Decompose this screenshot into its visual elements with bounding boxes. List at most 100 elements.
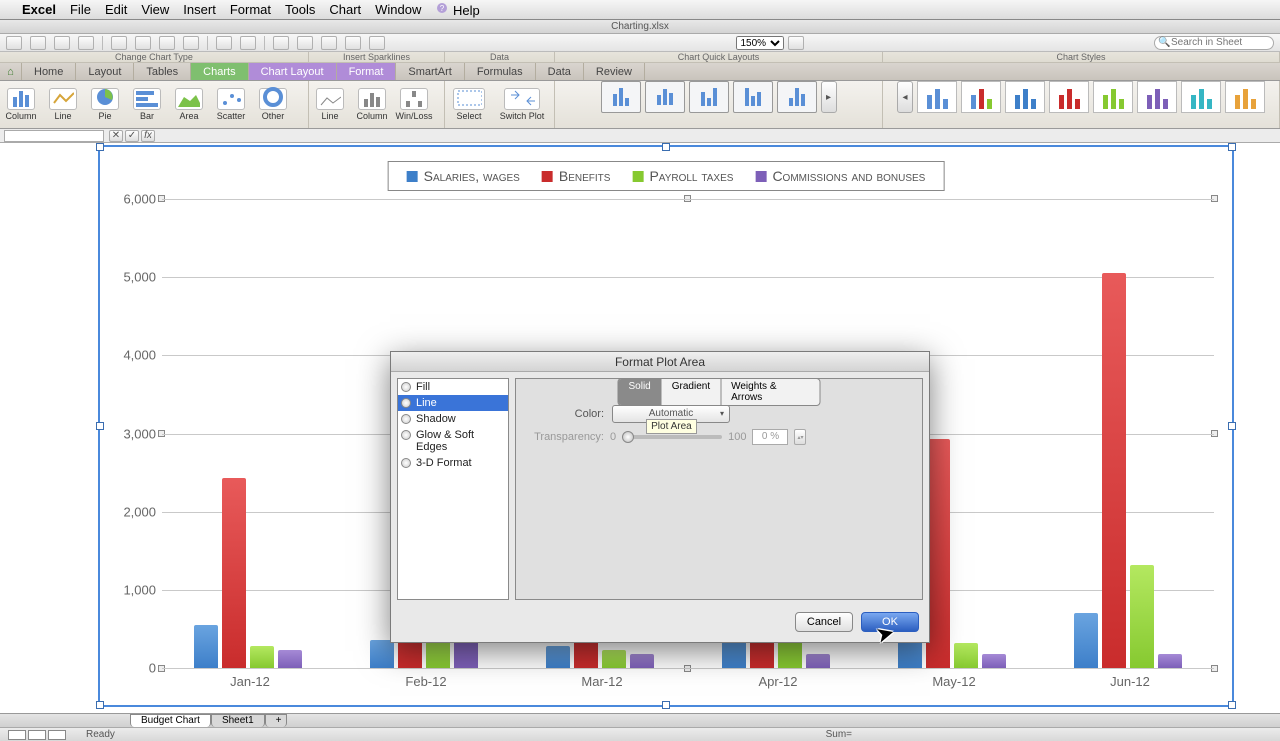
chart-style-2[interactable]	[961, 81, 1001, 113]
tab-data[interactable]: Data	[536, 63, 584, 80]
chart-style-8[interactable]	[1225, 81, 1265, 113]
quick-layout-3[interactable]	[689, 81, 729, 113]
sparkline-column[interactable]: Column	[351, 88, 393, 121]
ok-button[interactable]: OK	[861, 612, 919, 632]
menu-file[interactable]: File	[70, 2, 91, 17]
chart-style-4[interactable]	[1049, 81, 1089, 113]
seg-solid[interactable]: Solid	[619, 379, 662, 405]
toolbox-icon[interactable]	[369, 36, 385, 50]
zoom-select[interactable]: 150%	[736, 36, 784, 50]
select-data-button[interactable]: Select	[445, 88, 493, 121]
bar[interactable]	[1102, 273, 1126, 668]
collapse-ribbon-icon[interactable]: ⌂	[0, 63, 22, 80]
tab-formulas[interactable]: Formulas	[465, 63, 536, 80]
bar[interactable]	[222, 478, 246, 668]
chart-type-bar[interactable]: Bar	[126, 88, 168, 121]
add-sheet-button[interactable]: +	[265, 714, 287, 727]
quick-layout-2[interactable]	[645, 81, 685, 113]
sheet-tab-budget-chart[interactable]: Budget Chart	[130, 714, 211, 727]
chart-type-line[interactable]: Line	[42, 88, 84, 121]
menu-edit[interactable]: Edit	[105, 2, 127, 17]
bar[interactable]	[1074, 613, 1098, 668]
bar[interactable]	[954, 643, 978, 668]
redo-icon[interactable]	[240, 36, 256, 50]
switch-plot-button[interactable]: Switch Plot	[493, 88, 551, 121]
quick-layout-5[interactable]	[777, 81, 817, 113]
autosum-icon[interactable]	[273, 36, 289, 50]
bar[interactable]	[1158, 654, 1182, 668]
view-switcher[interactable]	[8, 730, 66, 740]
menu-format[interactable]: Format	[230, 2, 271, 17]
tab-chart-layout[interactable]: Chart Layout	[249, 63, 337, 80]
bar[interactable]	[602, 650, 626, 668]
sort-desc-icon[interactable]	[321, 36, 337, 50]
chart-style-5[interactable]	[1093, 81, 1133, 113]
tab-tables[interactable]: Tables	[134, 63, 191, 80]
chart-legend[interactable]: Salaries, wages Benefits Payroll taxes C…	[388, 161, 945, 191]
format-painter-icon[interactable]	[183, 36, 199, 50]
sparkline-winloss[interactable]: Win/Loss	[393, 88, 435, 121]
tab-smartart[interactable]: SmartArt	[396, 63, 464, 80]
chart-type-scatter[interactable]: Scatter	[210, 88, 252, 121]
sidebar-item-shadow[interactable]: Shadow	[398, 411, 508, 427]
bar[interactable]	[630, 654, 654, 668]
tab-format[interactable]: Format	[337, 63, 397, 80]
search-input[interactable]	[1154, 36, 1274, 50]
undo-icon[interactable]	[216, 36, 232, 50]
help-icon[interactable]	[788, 36, 804, 50]
filter-icon[interactable]	[345, 36, 361, 50]
menu-window[interactable]: Window	[375, 2, 421, 17]
cancel-formula-icon[interactable]: ✕	[109, 130, 123, 142]
sheet-tab-sheet1[interactable]: Sheet1	[211, 714, 265, 727]
seg-gradient[interactable]: Gradient	[662, 379, 721, 405]
chart-style-1[interactable]	[917, 81, 957, 113]
chart-style-7[interactable]	[1181, 81, 1221, 113]
slider-thumb[interactable]	[622, 431, 634, 443]
bar[interactable]	[278, 650, 302, 668]
app-menu[interactable]: Excel	[22, 2, 56, 17]
menu-chart[interactable]: Chart	[329, 2, 361, 17]
paste-icon[interactable]	[159, 36, 175, 50]
fx-icon[interactable]: fx	[141, 130, 155, 142]
enter-formula-icon[interactable]: ✓	[125, 130, 139, 142]
menu-view[interactable]: View	[141, 2, 169, 17]
sidebar-item-3d[interactable]: 3-D Format	[398, 455, 508, 471]
quick-layout-1[interactable]	[601, 81, 641, 113]
sparkline-line[interactable]: Line	[309, 88, 351, 121]
chart-type-column[interactable]: Column	[0, 88, 42, 121]
bar[interactable]	[250, 646, 274, 668]
transparency-stepper[interactable]: ▴▾	[794, 429, 806, 445]
cancel-button[interactable]: Cancel	[795, 612, 853, 632]
cut-icon[interactable]	[111, 36, 127, 50]
bar[interactable]	[546, 646, 570, 668]
save-icon[interactable]	[54, 36, 70, 50]
tab-layout[interactable]: Layout	[76, 63, 134, 80]
chart-type-other[interactable]: Other	[252, 88, 294, 121]
quick-layout-more-icon[interactable]: ▸	[821, 81, 837, 113]
menu-help[interactable]: ? Help	[435, 1, 479, 18]
quick-layout-4[interactable]	[733, 81, 773, 113]
sort-asc-icon[interactable]	[297, 36, 313, 50]
chart-style-6[interactable]	[1137, 81, 1177, 113]
bar[interactable]	[370, 640, 394, 668]
menu-insert[interactable]: Insert	[183, 2, 216, 17]
tab-review[interactable]: Review	[584, 63, 645, 80]
open-file-icon[interactable]	[30, 36, 46, 50]
bar[interactable]	[982, 654, 1006, 668]
menu-tools[interactable]: Tools	[285, 2, 315, 17]
chart-type-area[interactable]: Area	[168, 88, 210, 121]
name-box[interactable]	[4, 130, 104, 142]
tab-home[interactable]: Home	[22, 63, 76, 80]
copy-icon[interactable]	[135, 36, 151, 50]
chart-style-3[interactable]	[1005, 81, 1045, 113]
new-file-icon[interactable]	[6, 36, 22, 50]
tab-charts[interactable]: Charts	[191, 63, 248, 80]
bar[interactable]	[1130, 565, 1154, 668]
sidebar-item-fill[interactable]: Fill	[398, 379, 508, 395]
print-icon[interactable]	[78, 36, 94, 50]
transparency-value[interactable]: 0 %	[752, 429, 788, 445]
sidebar-item-line[interactable]: Line	[398, 395, 508, 411]
chart-type-pie[interactable]: Pie	[84, 88, 126, 121]
bar[interactable]	[806, 654, 830, 668]
chart-style-prev-icon[interactable]: ◂	[897, 81, 913, 113]
